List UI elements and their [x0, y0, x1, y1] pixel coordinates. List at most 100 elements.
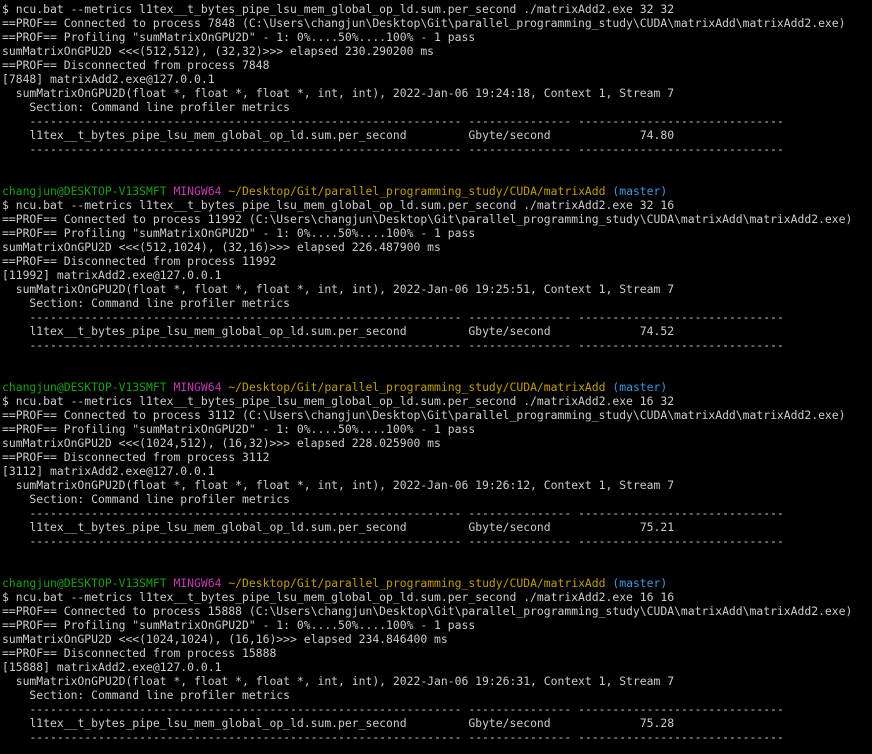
divider-left: ----------------------------------------… [29, 506, 572, 520]
kernel-text: sumMatrixOnGPU2D(float *, float *, float… [2, 86, 675, 100]
prof-connected-line: ==PROF== Connected to process 15888 (C:\… [2, 604, 872, 618]
metric-value: 74.80 [639, 128, 675, 142]
metric-value: 75.21 [639, 520, 675, 534]
section-line: Section: Command line profiler metrics [2, 492, 872, 506]
kernel-line: sumMatrixOnGPU2D(float *, float *, float… [2, 674, 872, 688]
divider-left: ----------------------------------------… [29, 534, 572, 548]
command-text: $ ncu.bat --metrics l1tex__t_bytes_pipe_… [2, 2, 675, 16]
command-line: $ ncu.bat --metrics l1tex__t_bytes_pipe_… [2, 590, 872, 604]
elapsed-text: sumMatrixOnGPU2D <<<(1024,1024), (16,16)… [2, 632, 448, 646]
divider-right: ------------------------------ [578, 310, 784, 324]
prompt-user-host: changjun@DESKTOP-V13SMFT [2, 576, 167, 590]
prof-profiling-text: ==PROF== Profiling "sumMatrixOnGPU2D" - … [2, 422, 476, 436]
section-text: Section: Command line profiler metrics [2, 688, 291, 702]
section-text: Section: Command line profiler metrics [2, 296, 291, 310]
prof-disconnected-text: ==PROF== Disconnected from process 11992 [2, 254, 277, 268]
pid-line: [11992] matrixAdd2.exe@127.0.0.1 [2, 268, 872, 282]
metric-row: l1tex__t_bytes_pipe_lsu_mem_global_op_ld… [2, 128, 872, 142]
prompt-line: changjun@DESKTOP-V13SMFT MINGW64 ~/Deskt… [2, 380, 872, 394]
prof-profiling-line: ==PROF== Profiling "sumMatrixOnGPU2D" - … [2, 618, 872, 632]
table-divider-bottom: ----------------------------------------… [2, 730, 872, 744]
metric-name: l1tex__t_bytes_pipe_lsu_mem_global_op_ld… [29, 128, 407, 142]
prof-connected-text: ==PROF== Connected to process 3112 (C:\U… [2, 408, 846, 422]
pid-line: [15888] matrixAdd2.exe@127.0.0.1 [2, 660, 872, 674]
metric-value: 74.52 [639, 324, 675, 338]
elapsed-line: sumMatrixOnGPU2D <<<(512,1024), (32,16)>… [2, 240, 872, 254]
metric-name: l1tex__t_bytes_pipe_lsu_mem_global_op_ld… [29, 520, 407, 534]
prompt-path: ~/Desktop/Git/parallel_programming_study… [228, 380, 606, 394]
pid-line: [3112] matrixAdd2.exe@127.0.0.1 [2, 464, 872, 478]
table-divider-top: ----------------------------------------… [2, 114, 872, 128]
pid-line: [7848] matrixAdd2.exe@127.0.0.1 [2, 72, 872, 86]
table-divider-top: ----------------------------------------… [2, 310, 872, 324]
kernel-line: sumMatrixOnGPU2D(float *, float *, float… [2, 478, 872, 492]
divider-left: ----------------------------------------… [29, 114, 572, 128]
table-divider-bottom: ----------------------------------------… [2, 142, 872, 156]
prompt-path: ~/Desktop/Git/parallel_programming_study… [228, 576, 606, 590]
prompt-path: ~/Desktop/Git/parallel_programming_study… [228, 184, 606, 198]
elapsed-line: sumMatrixOnGPU2D <<<(512,512), (32,32)>>… [2, 44, 872, 58]
divider-left: ----------------------------------------… [29, 338, 572, 352]
divider-right: ------------------------------ [578, 730, 784, 744]
prof-profiling-line: ==PROF== Profiling "sumMatrixOnGPU2D" - … [2, 422, 872, 436]
section-text: Section: Command line profiler metrics [2, 100, 291, 114]
table-divider-top: ----------------------------------------… [2, 506, 872, 520]
prof-connected-text: ==PROF== Connected to process 11992 (C:\… [2, 212, 853, 226]
prof-connected-line: ==PROF== Connected to process 11992 (C:\… [2, 212, 872, 226]
metric-unit: Gbyte/second [468, 128, 551, 142]
prof-profiling-text: ==PROF== Profiling "sumMatrixOnGPU2D" - … [2, 226, 476, 240]
elapsed-text: sumMatrixOnGPU2D <<<(1024,512), (16,32)>… [2, 436, 441, 450]
metric-unit: Gbyte/second [468, 520, 551, 534]
prof-connected-text: ==PROF== Connected to process 7848 (C:\U… [2, 16, 846, 30]
divider-right: ------------------------------ [578, 114, 784, 128]
table-divider-top: ----------------------------------------… [2, 702, 872, 716]
table-divider-bottom: ----------------------------------------… [2, 338, 872, 352]
pid-text: [7848] matrixAdd2.exe@127.0.0.1 [2, 72, 215, 86]
metric-value: 75.28 [639, 716, 675, 730]
metric-name: l1tex__t_bytes_pipe_lsu_mem_global_op_ld… [29, 716, 407, 730]
section-line: Section: Command line profiler metrics [2, 296, 872, 310]
section-line: Section: Command line profiler metrics [2, 100, 872, 114]
prompt-user-host: changjun@DESKTOP-V13SMFT [2, 184, 167, 198]
divider-right: ------------------------------ [578, 338, 784, 352]
section-text: Section: Command line profiler metrics [2, 492, 291, 506]
pid-text: [3112] matrixAdd2.exe@127.0.0.1 [2, 464, 215, 478]
divider-left: ----------------------------------------… [29, 702, 572, 716]
kernel-text: sumMatrixOnGPU2D(float *, float *, float… [2, 282, 675, 296]
pid-text: [15888] matrixAdd2.exe@127.0.0.1 [2, 660, 222, 674]
divider-left: ----------------------------------------… [29, 730, 572, 744]
table-divider-bottom: ----------------------------------------… [2, 534, 872, 548]
elapsed-text: sumMatrixOnGPU2D <<<(512,512), (32,32)>>… [2, 44, 435, 58]
divider-left: ----------------------------------------… [29, 142, 572, 156]
divider-right: ------------------------------ [578, 142, 784, 156]
prompt-shell: MINGW64 [173, 380, 222, 394]
prompt-branch: (master) [612, 576, 668, 590]
prof-disconnected-line: ==PROF== Disconnected from process 3112 [2, 450, 872, 464]
elapsed-text: sumMatrixOnGPU2D <<<(512,1024), (32,16)>… [2, 240, 441, 254]
metric-unit: Gbyte/second [468, 324, 551, 338]
terminal-output[interactable]: $ ncu.bat --metrics l1tex__t_bytes_pipe_… [0, 0, 872, 754]
prof-connected-text: ==PROF== Connected to process 15888 (C:\… [2, 604, 853, 618]
kernel-line: sumMatrixOnGPU2D(float *, float *, float… [2, 86, 872, 100]
metric-row: l1tex__t_bytes_pipe_lsu_mem_global_op_ld… [2, 716, 872, 730]
metric-unit: Gbyte/second [468, 716, 551, 730]
command-text: $ ncu.bat --metrics l1tex__t_bytes_pipe_… [2, 198, 675, 212]
prompt-line: changjun@DESKTOP-V13SMFT MINGW64 ~/Deskt… [2, 576, 872, 590]
divider-right: ------------------------------ [578, 702, 784, 716]
prof-profiling-text: ==PROF== Profiling "sumMatrixOnGPU2D" - … [2, 30, 476, 44]
metric-row: l1tex__t_bytes_pipe_lsu_mem_global_op_ld… [2, 520, 872, 534]
prompt-branch: (master) [612, 184, 668, 198]
prompt-shell: MINGW64 [173, 576, 222, 590]
elapsed-line: sumMatrixOnGPU2D <<<(1024,512), (16,32)>… [2, 436, 872, 450]
prof-disconnected-line: ==PROF== Disconnected from process 15888 [2, 646, 872, 660]
prof-disconnected-text: ==PROF== Disconnected from process 3112 [2, 450, 270, 464]
command-line: $ ncu.bat --metrics l1tex__t_bytes_pipe_… [2, 2, 872, 16]
prompt-line: changjun@DESKTOP-V13SMFT MINGW64 ~/Deskt… [2, 184, 872, 198]
command-text: $ ncu.bat --metrics l1tex__t_bytes_pipe_… [2, 590, 675, 604]
elapsed-line: sumMatrixOnGPU2D <<<(1024,1024), (16,16)… [2, 632, 872, 646]
prof-connected-line: ==PROF== Connected to process 3112 (C:\U… [2, 408, 872, 422]
